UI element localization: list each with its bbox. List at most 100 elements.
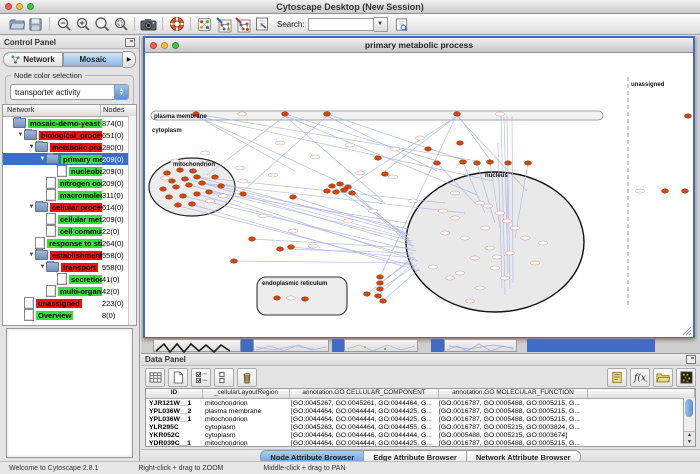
zoom-in-button[interactable] [73,15,92,33]
node-color-select[interactable]: transporter activity ▲▼ [10,84,129,100]
tree-expander-icon[interactable]: ▼ [39,264,46,270]
network-node[interactable] [288,245,295,249]
network-node[interactable] [177,168,184,172]
network-node[interactable] [377,281,384,285]
network-node[interactable] [274,296,281,300]
import-network-blue-button[interactable] [214,15,233,33]
network-node[interactable] [324,112,331,116]
tree-item[interactable]: macromolecule311(0) [3,189,136,201]
tree-item[interactable]: ▼primary metabo209(0) [3,153,136,165]
tree-item[interactable]: cellular metabo209(0) [3,213,136,225]
tree-expander-icon[interactable]: ▼ [28,144,35,150]
tree-item[interactable]: unassigned223(0) [3,297,136,309]
network-node[interactable] [282,112,289,116]
tree-item[interactable]: ▼transport558(0) [3,261,136,273]
network-node[interactable] [337,182,344,186]
network-node[interactable] [324,189,331,193]
float-panel-icon[interactable] [686,355,696,364]
matrix-view-button[interactable] [676,368,696,387]
zoom-selected-button[interactable] [111,15,130,33]
network-node[interactable] [375,156,382,160]
tree-item[interactable]: response to stimulu264(0) [3,237,136,249]
attribute-table-row[interactable]: YJR121W__1mitochondrion[GO:0045267, GO:0… [146,399,695,407]
tree-item[interactable]: mosaic-demo-yeast874(0) [3,117,136,129]
attribute-table-row[interactable]: YPL036W__2plasma membrane[GO:0044464, GO… [146,407,695,415]
network-node[interactable] [685,114,692,118]
network-node[interactable] [182,177,189,181]
tree-scrollbar[interactable] [128,116,136,325]
unselect-all-attributes-button[interactable] [214,368,234,387]
network-node[interactable] [460,160,467,164]
network-node[interactable] [175,203,182,207]
network-node[interactable] [382,172,389,176]
tree-item[interactable]: ▼metabolic process280(0) [3,141,136,153]
open-session-button[interactable] [7,15,26,33]
network-node[interactable] [377,275,384,279]
network-node[interactable] [377,287,384,291]
select-attributes-button[interactable] [145,368,165,387]
view-minimize-button[interactable] [161,42,168,49]
tabs-overflow-arrow[interactable]: ▶ [123,51,136,68]
snapshot-button[interactable] [139,15,158,33]
network-node[interactable] [194,192,201,196]
network-node[interactable] [249,237,256,241]
attribute-table-row[interactable]: YLR295Ccytoplasm[GO:0045263, GO:0044464,… [146,423,695,431]
network-node[interactable] [180,194,187,198]
tree-expander-icon[interactable]: ▼ [17,132,24,138]
tree-item[interactable]: Overview8(0) [3,309,136,321]
network-node[interactable] [186,183,193,187]
tree-item[interactable]: nitrogen compo209(0) [3,177,136,189]
network-node[interactable] [454,112,461,116]
background-window[interactable] [253,339,329,352]
network-node[interactable] [240,192,247,196]
window-resize-grip[interactable] [683,327,691,335]
import-network-red-button[interactable] [233,15,252,33]
tab-network[interactable]: Network [3,52,63,67]
network-node[interactable] [364,292,371,296]
network-node[interactable] [349,191,356,195]
import-table-button[interactable] [252,15,271,33]
tree-item[interactable]: ▼biological_process651(0) [3,129,136,141]
network-node[interactable] [190,169,197,173]
tab-mosaic[interactable]: Mosaic [63,52,123,67]
attribute-table-row[interactable]: YPL036W__1mitochondrion[GO:0044464, GO:0… [146,415,695,423]
network-node[interactable] [341,188,348,192]
network-node[interactable] [212,175,219,179]
col-cellular-layout-region[interactable]: _cellularLayoutRegion [203,389,290,398]
birdseye-view[interactable] [6,328,133,458]
view-zoom-button[interactable] [172,42,179,49]
network-node[interactable] [169,179,176,183]
network-node[interactable] [434,161,441,165]
network-node[interactable] [487,160,494,164]
tree-item[interactable]: secretion41(0) [3,273,136,285]
network-window-titlebar[interactable]: primary metabolic process [145,38,693,53]
col-id[interactable]: ID [146,389,203,398]
tree-item[interactable]: ▼cellular process614(0) [3,201,136,213]
network-node[interactable] [189,202,196,206]
network-node[interactable] [682,189,689,193]
network-canvas[interactable]: plasma membrane cytoplasm mitochondrion … [145,53,693,337]
layout-region-button[interactable] [195,15,214,33]
tree-item[interactable]: multi-organism pro42(0) [3,285,136,297]
network-node[interactable] [662,189,669,193]
col-go-cellular-component[interactable]: annotation.GO CELLULAR_COMPONENT [290,389,439,398]
view-close-button[interactable] [150,42,157,49]
network-node[interactable] [164,171,171,175]
table-scrollbar-arrows[interactable]: ▲▼ [684,431,695,446]
network-node[interactable] [173,185,180,189]
tree-expander-icon[interactable]: ▼ [28,204,35,210]
network-node[interactable] [333,190,340,194]
background-window[interactable] [444,339,517,352]
new-attribute-button[interactable] [168,368,188,387]
table-scrollbar-thumb[interactable] [685,399,693,417]
network-node[interactable] [194,175,201,179]
background-window[interactable] [153,339,241,352]
tree-expander-icon[interactable]: ▼ [39,156,46,162]
zoom-fit-button[interactable] [92,15,111,33]
network-node[interactable] [525,161,532,165]
attribute-list-button[interactable] [607,368,627,387]
attribute-table-row[interactable]: YDR039C__1mitochondrion[GO:0044464, GO:0… [146,439,695,447]
tree-item[interactable]: ▼establishment of lo558(0) [3,249,136,261]
delete-attribute-button[interactable] [237,368,257,387]
network-node[interactable] [302,297,309,301]
